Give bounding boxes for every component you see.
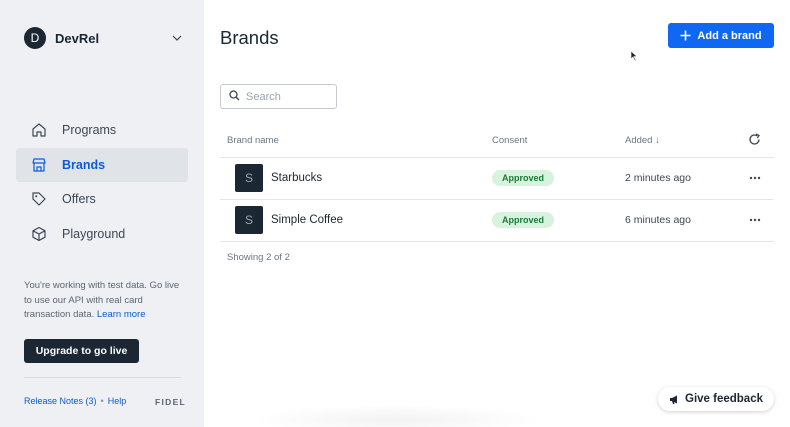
bottom-shadow (248, 405, 544, 427)
sidebar-item-brands[interactable]: Brands (16, 147, 188, 182)
give-feedback-label: Give feedback (685, 393, 763, 405)
sidebar-item-label: Playground (62, 226, 126, 241)
store-icon (30, 156, 48, 174)
column-header-brand: Brand name (227, 135, 279, 146)
sidebar-item-offers[interactable]: Offers (16, 182, 188, 216)
more-options-icon[interactable] (747, 170, 763, 186)
release-notes-link[interactable]: Release Notes (3) (24, 396, 97, 406)
sidebar-item-label: Programs (62, 123, 117, 137)
sidebar-divider (24, 377, 181, 378)
sidebar-item-playground[interactable]: Playground (16, 217, 188, 251)
cube-icon (30, 225, 48, 243)
added-time: 2 minutes ago (625, 172, 691, 184)
brand-logo: S (235, 206, 263, 234)
column-header-consent: Consent (492, 135, 528, 146)
give-feedback-button[interactable]: Give feedback (658, 387, 774, 411)
brand-name[interactable]: Simple Coffee (271, 214, 343, 226)
sidebar-nav: Programs Brands Offers Playground (16, 113, 188, 251)
account-switcher[interactable]: D DevRel (24, 27, 182, 49)
more-options-icon[interactable] (747, 212, 763, 228)
added-time: 6 minutes ago (625, 214, 691, 226)
megaphone-icon (669, 394, 680, 405)
sidebar-item-label: Brands (62, 157, 106, 172)
upgrade-button[interactable]: Upgrade to go live (24, 339, 139, 363)
test-data-notice: You're working with test data. Go live t… (24, 279, 184, 323)
refresh-icon[interactable] (748, 133, 761, 149)
search-icon (229, 88, 240, 106)
add-brand-label: Add a brand (697, 29, 762, 42)
search-input[interactable] (246, 90, 326, 103)
table-header: Brand name Consent Added ↓ (220, 124, 774, 158)
table-row[interactable]: S Simple Coffee Approved 6 minutes ago (220, 200, 774, 242)
plus-icon (680, 30, 691, 41)
search-box[interactable] (220, 84, 337, 109)
learn-more-link[interactable]: Learn more (97, 309, 146, 320)
sidebar: D DevRel Programs Brands Offers Playgrou… (0, 0, 204, 427)
brands-table: Brand name Consent Added ↓ S Starbucks A… (220, 124, 774, 242)
tag-icon (30, 190, 48, 208)
table-summary: Showing 2 of 2 (227, 252, 290, 263)
fidel-logo: FIDEL (155, 397, 187, 407)
sidebar-footer-links: Release Notes (3) • Help (24, 396, 126, 406)
help-link[interactable]: Help (108, 396, 127, 406)
account-avatar: D (24, 27, 46, 49)
footer-separator: • (100, 396, 104, 406)
add-brand-button[interactable]: Add a brand (668, 23, 774, 48)
sidebar-item-programs[interactable]: Programs (16, 113, 188, 147)
mouse-pointer-icon (630, 49, 638, 62)
brand-logo: S (235, 164, 263, 192)
home-icon (30, 121, 48, 139)
status-badge: Approved (492, 170, 555, 186)
table-row[interactable]: S Starbucks Approved 2 minutes ago (220, 158, 774, 200)
column-header-added[interactable]: Added ↓ (625, 135, 660, 146)
page-title: Brands (220, 27, 279, 48)
status-badge: Approved (492, 212, 555, 228)
chevron-down-icon (172, 33, 182, 43)
account-name: DevRel (55, 30, 100, 46)
sidebar-item-label: Offers (62, 192, 96, 206)
brand-name[interactable]: Starbucks (271, 172, 322, 184)
